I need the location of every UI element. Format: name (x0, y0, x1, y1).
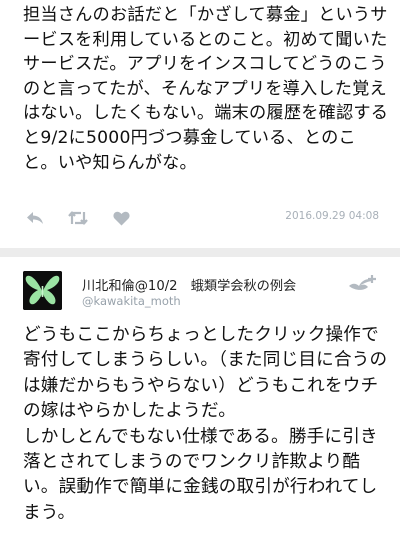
follow-user-icon[interactable] (347, 272, 379, 292)
tweet-divider (0, 248, 400, 257)
moth-avatar-image (23, 271, 62, 310)
tweet-text: どうもここからちょっとしたクリック操作で寄付してしまうらしい。（また同じ目に合う… (23, 325, 388, 523)
tweet-actions: 2016.09.29 04:08 (23, 206, 379, 230)
reply-icon[interactable] (23, 206, 47, 230)
retweet-icon[interactable] (66, 206, 90, 230)
tweet-timestamp: 2016.09.29 04:08 (285, 210, 379, 222)
heart-icon[interactable] (109, 206, 133, 230)
avatar[interactable] (23, 271, 62, 310)
author-handle[interactable]: @kawakita_moth (82, 294, 181, 308)
tweet-text: 担当さんのお話だと「かざして募金」というサービスを利用しているとのこと。初めて聞… (23, 5, 389, 173)
author-name[interactable]: 川北和倫@10/2 蛾類学会秋の例会 (82, 275, 296, 294)
